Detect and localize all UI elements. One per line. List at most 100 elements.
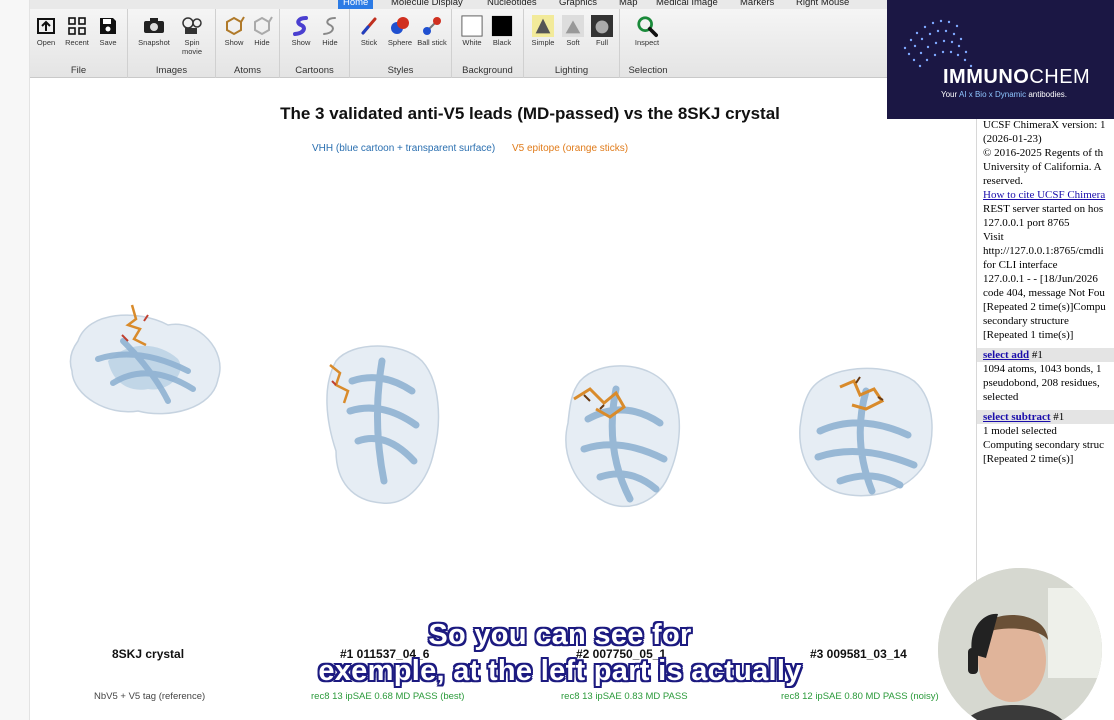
atoms-hide-button[interactable]: Hide [246, 15, 278, 47]
inspect-button[interactable]: Inspect [631, 15, 663, 47]
recent-grid-icon [66, 15, 88, 37]
panel-sub-lead-1: rec8 13 ipSAE 0.68 MD PASS (best) [311, 691, 465, 702]
group-label-cartoons: Cartoons [295, 65, 334, 76]
ribbon-tabs: Home Molecule Display Nucleotides Graphi… [30, 0, 888, 9]
panel-sub-8skj: NbV5 + V5 tag (reference) [94, 691, 206, 702]
log-line: code 404, message Not Fou [983, 287, 1105, 299]
open-icon [35, 15, 57, 37]
group-label-background: Background [462, 65, 513, 76]
recent-button[interactable]: Recent [61, 15, 93, 47]
subtitle-line-2: exemple, at the left part is actually [318, 655, 802, 687]
tab-molecule-display[interactable]: Molecule Display [386, 0, 468, 9]
log-line: selected [983, 391, 1019, 403]
group-label-file: File [70, 65, 87, 76]
group-selection: Inspect Selection [620, 9, 676, 78]
brand-tagline: Your AI x Bio x Dynamic antibodies. [941, 90, 1068, 99]
log-line: [Repeated 2 time(s)] [983, 453, 1074, 465]
sphere-icon [389, 15, 411, 37]
select-subtract-command-link[interactable]: select subtract [983, 411, 1051, 423]
structure-lead-3[interactable] [796, 361, 936, 501]
magnifier-icon [636, 15, 658, 37]
log-command-select-add: select add #1 [977, 348, 1114, 362]
atoms-hide-icon [251, 15, 273, 37]
lighting-soft-button[interactable]: Soft [557, 15, 589, 47]
cartoon-hide-icon [319, 15, 341, 37]
group-label-styles: Styles [387, 65, 414, 76]
structure-8skj[interactable] [68, 301, 228, 421]
style-sphere-button[interactable]: Sphere [384, 15, 416, 47]
presenter-avatar-icon [938, 568, 1102, 720]
log-line: reserved. [983, 175, 1024, 187]
log-line: secondary structure [983, 315, 1069, 327]
chimerax-window: Home Molecule Display Nucleotides Graphi… [0, 0, 1114, 720]
ball-stick-icon [421, 15, 443, 37]
group-styles: Stick Sphere Ball stick Styles [350, 9, 452, 78]
tab-nucleotides[interactable]: Nucleotides [482, 0, 542, 9]
tab-home[interactable]: Home [338, 0, 374, 9]
figure-title: The 3 validated anti-V5 leads (MD-passed… [280, 104, 780, 123]
style-ball-stick-button[interactable]: Ball stick [416, 15, 448, 47]
log-line: [Repeated 2 time(s)]Compu [983, 301, 1106, 313]
group-label-selection: Selection [628, 65, 668, 76]
black-swatch-icon [491, 15, 513, 37]
group-atoms: Show Hide Atoms [216, 9, 280, 78]
subtitle-line-1: So you can see for [428, 619, 692, 651]
tab-map[interactable]: Map [614, 0, 642, 9]
group-lighting: Simple Soft Full Lighting [524, 9, 620, 78]
panel-sub-lead-2: rec8 13 ipSAE 0.83 MD PASS [561, 691, 688, 702]
log-line: 1 model selected [983, 425, 1057, 437]
group-label-images: Images [155, 65, 188, 76]
group-file: Open Recent Save File [30, 9, 128, 78]
save-button[interactable]: Save [92, 15, 124, 47]
select-add-command-link[interactable]: select add [983, 349, 1029, 361]
group-background: White Black Background [452, 9, 524, 78]
tab-graphics[interactable]: Graphics [554, 0, 602, 9]
structure-lead-2[interactable] [560, 359, 685, 514]
log-line: (2026-01-23) [983, 133, 1042, 145]
log-line: © 2016-2025 Regents of th [983, 147, 1104, 159]
panel-name-8skj: 8SKJ crystal [112, 647, 185, 661]
group-cartoons: Show Hide Cartoons [280, 9, 350, 78]
log-line: 1094 atoms, 1043 bonds, 1 [983, 363, 1102, 375]
presenter-webcam [938, 568, 1102, 720]
log-body: UCSF ChimeraX version: 1 (2026-01-23) © … [977, 118, 1114, 466]
tab-medical-image[interactable]: Medical Image [651, 0, 723, 9]
lighting-simple-button[interactable]: Simple [527, 15, 559, 47]
brand-wordmark: IMMUNOCHEM [943, 66, 1091, 88]
cartoons-show-button[interactable]: Show [285, 15, 317, 47]
simple-light-icon [532, 15, 554, 37]
soft-light-icon [562, 15, 584, 37]
log-line: [Repeated 1 time(s)] [983, 329, 1074, 341]
log-command-select-subtract: select subtract #1 [977, 410, 1114, 424]
figure-legend: VHH (blue cartoon + transparent surface)… [312, 143, 628, 154]
spin-movie-button[interactable]: Spin movie [176, 15, 208, 56]
camera-icon [143, 15, 165, 37]
log-line: 127.0.0.1 - - [18/Jun/2026 [983, 273, 1098, 285]
tab-right-mouse[interactable]: Right Mouse [791, 0, 854, 9]
style-stick-button[interactable]: Stick [353, 15, 385, 47]
legend-vhh: VHH (blue cartoon + transparent surface) [312, 143, 496, 154]
legend-epitope: V5 epitope (orange sticks) [511, 143, 629, 154]
command-argument: #1 [1050, 411, 1065, 423]
cartoons-hide-button[interactable]: Hide [314, 15, 346, 47]
log-line: UCSF ChimeraX version: 1 [983, 119, 1106, 131]
open-button[interactable]: Open [30, 15, 62, 47]
log-line: Computing secondary struc [983, 439, 1104, 451]
log-line: 127.0.0.1 port 8765 [983, 217, 1070, 229]
log-line: University of California. A [983, 161, 1102, 173]
full-light-icon [591, 15, 613, 37]
structure-lead-1[interactable] [322, 341, 442, 506]
log-line: Visit [983, 231, 1004, 243]
stick-icon [358, 15, 380, 37]
lighting-full-button[interactable]: Full [586, 15, 618, 47]
film-reel-icon [181, 15, 203, 37]
group-label-atoms: Atoms [234, 65, 261, 76]
panel-sub-lead-3: rec8 12 ipSAE 0.80 MD PASS (noisy) [781, 691, 939, 702]
cite-chimerax-link[interactable]: How to cite UCSF Chimera [983, 189, 1105, 201]
background-black-button[interactable]: Black [486, 15, 518, 47]
snapshot-button[interactable]: Snapshot [138, 15, 170, 47]
command-argument: #1 [1029, 349, 1043, 361]
log-line: for CLI interface [983, 259, 1058, 271]
tab-markers[interactable]: Markers [735, 0, 779, 9]
background-white-button[interactable]: White [456, 15, 488, 47]
